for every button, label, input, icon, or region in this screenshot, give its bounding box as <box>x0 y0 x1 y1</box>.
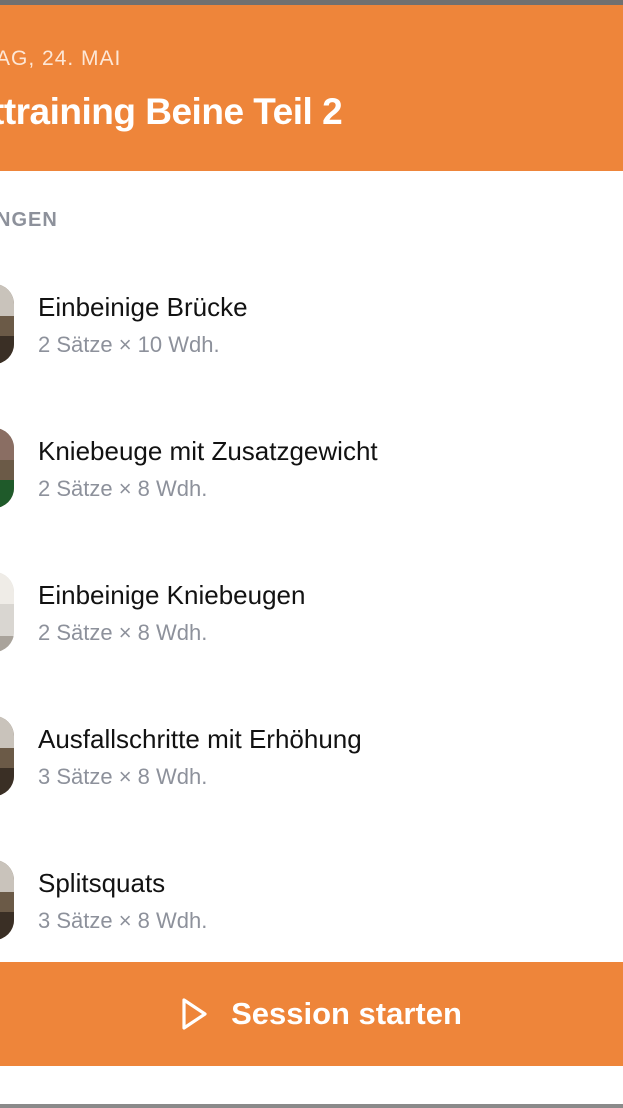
exercise-item[interactable]: Einbeinige Brücke 2 Sätze × 10 Wdh. <box>0 284 623 374</box>
exercise-sets: 3 Sätze × 8 Wdh. <box>38 764 208 789</box>
exercise-thumbnail <box>0 428 14 508</box>
start-session-label: Session starten <box>231 996 462 1031</box>
exercise-thumbnail <box>0 860 14 940</box>
exercise-thumbnail <box>0 716 14 796</box>
session-header: AG, 24. MAI ttraining Beine Teil 2 <box>0 5 623 171</box>
exercise-name: Einbeinige Kniebeugen <box>38 580 306 610</box>
exercise-item[interactable]: Ausfallschritte mit Erhöhung 3 Sätze × 8… <box>0 716 623 806</box>
exercise-item[interactable]: Kniebeuge mit Zusatzgewicht 2 Sätze × 8 … <box>0 428 623 518</box>
exercise-thumbnail <box>0 572 14 652</box>
exercise-sets: 2 Sätze × 8 Wdh. <box>38 620 208 645</box>
exercise-name: Kniebeuge mit Zusatzgewicht <box>38 436 378 466</box>
exercise-sets: 3 Sätze × 8 Wdh. <box>38 908 208 933</box>
exercise-name: Ausfallschritte mit Erhöhung <box>38 724 362 754</box>
start-session-button[interactable]: Session starten <box>0 962 623 1066</box>
exercises-section-label: NGEN <box>0 209 58 231</box>
exercise-item[interactable]: Einbeinige Kniebeugen 2 Sätze × 8 Wdh. <box>0 572 623 662</box>
exercise-name: Splitsquats <box>38 868 166 898</box>
exercise-thumbnail <box>0 284 14 364</box>
session-date: AG, 24. MAI <box>0 47 122 70</box>
exercise-sets: 2 Sätze × 8 Wdh. <box>38 476 208 501</box>
exercise-name: Einbeinige Brücke <box>38 292 248 322</box>
play-icon <box>182 998 207 1030</box>
exercise-sets: 2 Sätze × 10 Wdh. <box>38 332 220 357</box>
window-bottom-border <box>0 1104 623 1108</box>
exercise-item[interactable]: Splitsquats 3 Sätze × 8 Wdh. <box>0 860 623 950</box>
session-title: ttraining Beine Teil 2 <box>0 91 343 132</box>
